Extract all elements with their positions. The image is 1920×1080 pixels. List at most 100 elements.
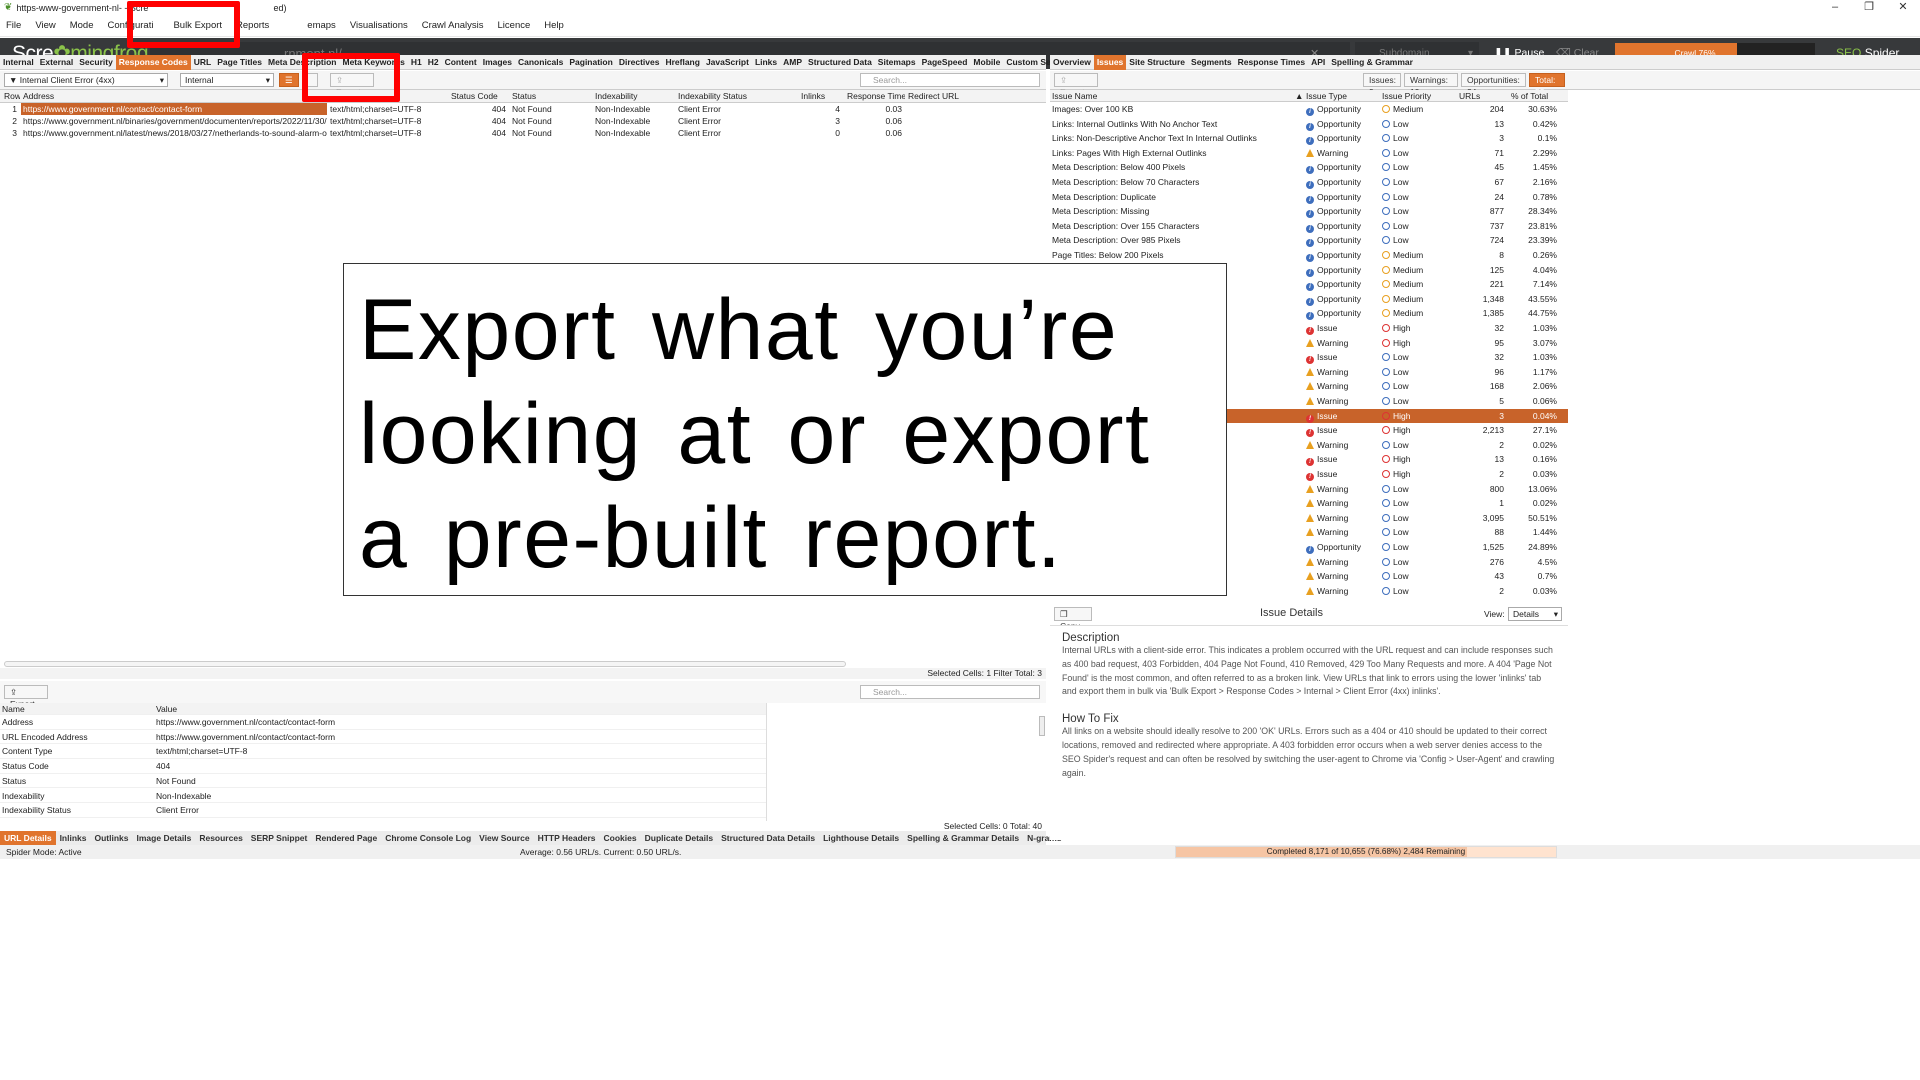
tab-segments[interactable]: Segments xyxy=(1188,55,1235,70)
lower-tab-http-headers[interactable]: HTTP Headers xyxy=(534,831,600,845)
issue-row[interactable]: Links: Pages With High External Outlinks… xyxy=(1050,146,1568,161)
tab-sitemaps[interactable]: Sitemaps xyxy=(875,55,919,70)
lower-tab-serp-snippet[interactable]: SERP Snippet xyxy=(247,831,312,845)
col-issue-priority[interactable]: Issue Priority xyxy=(1382,90,1431,102)
tab-hreflang[interactable]: Hreflang xyxy=(662,55,702,70)
detail-row[interactable]: Indexability Non-Indexable xyxy=(0,789,767,804)
lower-export-button[interactable]: ⇪ Export xyxy=(4,685,48,709)
lower-tab-rendered-page[interactable]: Rendered Page xyxy=(311,831,381,845)
filter-select[interactable]: ▼ Internal Client Error (4xx) ▾ xyxy=(4,73,168,87)
minimize-button[interactable]: – xyxy=(1818,0,1852,15)
tab-spelling-grammar[interactable]: Spelling & Grammar xyxy=(1328,55,1416,70)
issue-row[interactable]: Page Titles: Below 200 Pixels i Opportunit… xyxy=(1050,248,1568,263)
tab-amp[interactable]: AMP xyxy=(780,55,805,70)
col-status[interactable]: Status xyxy=(510,90,590,103)
tab-site-structure[interactable]: Site Structure xyxy=(1126,55,1188,70)
tab-external[interactable]: External xyxy=(37,55,77,70)
issue-row[interactable]: Meta Description: Below 70 Characters i Op… xyxy=(1050,175,1568,190)
opportunities-count[interactable]: Opportunities: 24 xyxy=(1461,73,1526,97)
tab-h1[interactable]: H1 xyxy=(408,55,425,70)
col-issue-type[interactable]: Issue Type xyxy=(1306,90,1347,102)
issue-row[interactable]: Meta Description: Missing i Opportunity Low… xyxy=(1050,204,1568,219)
copy-button[interactable]: ❐ Copy xyxy=(1054,607,1092,631)
right-export-button[interactable]: ⇪ Export xyxy=(1054,73,1098,97)
tab-content[interactable]: Content xyxy=(442,55,480,70)
tab-issues[interactable]: Issues xyxy=(1093,54,1127,70)
menu-file[interactable]: File xyxy=(6,20,21,31)
issue-row[interactable]: Meta Description: Below 400 Pixels i Oppor… xyxy=(1050,160,1568,175)
tab-canonicals[interactable]: Canonicals xyxy=(515,55,566,70)
col-issue-name[interactable]: Issue Name xyxy=(1052,90,1097,102)
menu-licence[interactable]: Licence xyxy=(498,20,531,31)
close-button[interactable]: ✕ xyxy=(1886,0,1920,15)
lower-tab-url-details[interactable]: URL Details xyxy=(0,831,56,845)
menu-sitemaps[interactable]: emaps xyxy=(307,20,336,31)
menu-reports[interactable]: Reports xyxy=(236,20,269,31)
tab-mobile[interactable]: Mobile xyxy=(970,55,1003,70)
col-urls[interactable]: URLs xyxy=(1459,90,1480,102)
col-inlinks[interactable]: Inlinks xyxy=(799,90,843,103)
col-response-time[interactable]: Response Time xyxy=(845,90,905,103)
issues-count[interactable]: Issues: 9 xyxy=(1363,73,1401,97)
table-row[interactable]: 1 https://www.government.nl/contact/conta… xyxy=(0,103,1046,115)
lower-tab-chrome-console-log[interactable]: Chrome Console Log xyxy=(381,831,475,845)
issue-row[interactable]: Meta Description: Duplicate i Opportunity L… xyxy=(1050,190,1568,205)
lower-tab-outlinks[interactable]: Outlinks xyxy=(91,831,133,845)
issue-row[interactable]: Images: Over 100 KB i Opportunity Medium 204… xyxy=(1050,102,1568,117)
lower-tab-spelling-grammar-details[interactable]: Spelling & Grammar Details xyxy=(903,831,1023,845)
lower-tab-cookies[interactable]: Cookies xyxy=(600,831,641,845)
lower-tab-resources[interactable]: Resources xyxy=(195,831,246,845)
search-input[interactable]: Search... xyxy=(860,73,1040,87)
col-indexability-status[interactable]: Indexability Status xyxy=(676,90,796,103)
detail-row[interactable]: Content Type text/html;charset=UTF-8 xyxy=(0,744,767,760)
lower-tab-duplicate-details[interactable]: Duplicate Details xyxy=(641,831,718,845)
detail-row[interactable]: Address https://www.government.nl/contact… xyxy=(0,715,767,730)
table-row[interactable]: 3 https://www.government.nl/latest/news/2… xyxy=(0,127,1046,139)
issue-row[interactable]: Meta Description: Over 985 Pixels i Opport… xyxy=(1050,233,1568,248)
lower-tab-inlinks[interactable]: Inlinks xyxy=(56,831,91,845)
issue-row[interactable]: Links: Non-Descriptive Anchor Text In In… xyxy=(1050,131,1568,146)
issue-row[interactable]: Meta Description: Over 155 Characters i Op… xyxy=(1050,219,1568,234)
menu-visualisations[interactable]: Visualisations xyxy=(350,20,408,31)
tab-url[interactable]: URL xyxy=(191,55,214,70)
detail-row[interactable]: Status Not Found xyxy=(0,774,767,789)
col-percent-total[interactable]: % of Total xyxy=(1511,90,1548,102)
menu-crawl-analysis[interactable]: Crawl Analysis xyxy=(422,20,484,31)
lower-tab-structured-data-details[interactable]: Structured Data Details xyxy=(717,831,819,845)
menu-mode[interactable]: Mode xyxy=(70,20,94,31)
detail-row[interactable]: Indexability Status Client Error xyxy=(0,803,767,818)
col-indexability[interactable]: Indexability xyxy=(593,90,673,103)
tab-page-titles[interactable]: Page Titles xyxy=(214,55,265,70)
list-view-button[interactable]: ☰ xyxy=(279,73,299,87)
tab-javascript[interactable]: JavaScript xyxy=(703,55,752,70)
menu-view[interactable]: View xyxy=(35,20,55,31)
tab-overview[interactable]: Overview xyxy=(1050,55,1094,70)
lower-tab-view-source[interactable]: View Source xyxy=(475,831,533,845)
tab-pagespeed[interactable]: PageSpeed xyxy=(919,55,971,70)
table-row[interactable]: 2 https://www.government.nl/binaries/gove… xyxy=(0,115,1046,127)
tab-structured-data[interactable]: Structured Data xyxy=(805,55,875,70)
scope-select[interactable]: Internal ▾ xyxy=(180,73,274,87)
view-select[interactable]: Details ▾ xyxy=(1508,607,1562,621)
lower-search-input[interactable]: Search... xyxy=(860,685,1040,699)
total-count[interactable]: Total: 52 xyxy=(1529,73,1565,97)
detail-row[interactable]: Status Code 404 xyxy=(0,759,767,774)
tab-security[interactable]: Security xyxy=(76,55,116,70)
tab-response-times[interactable]: Response Times xyxy=(1235,55,1308,70)
tab-internal[interactable]: Internal xyxy=(0,55,37,70)
tab-api[interactable]: API xyxy=(1308,55,1328,70)
col-address[interactable]: Address xyxy=(21,90,321,103)
lower-tab-image-details[interactable]: Image Details xyxy=(133,831,196,845)
detail-row[interactable]: URL Encoded Address https://www.governmen… xyxy=(0,730,767,745)
col-redirect-url[interactable]: Redirect URL xyxy=(906,90,1026,103)
tab-response-codes[interactable]: Response Codes xyxy=(115,54,191,70)
issue-row[interactable]: Links: Internal Outlinks With No Anchor … xyxy=(1050,117,1568,132)
tab-pagination[interactable]: Pagination xyxy=(566,55,615,70)
menu-help[interactable]: Help xyxy=(544,20,564,31)
tab-directives[interactable]: Directives xyxy=(616,55,663,70)
vertical-scrollbar[interactable] xyxy=(1039,716,1045,736)
warnings-count[interactable]: Warnings: 19 xyxy=(1404,73,1458,97)
tab-images[interactable]: Images xyxy=(480,55,515,70)
col-status-code[interactable]: Status Code xyxy=(449,90,509,103)
tab-links[interactable]: Links xyxy=(752,55,780,70)
